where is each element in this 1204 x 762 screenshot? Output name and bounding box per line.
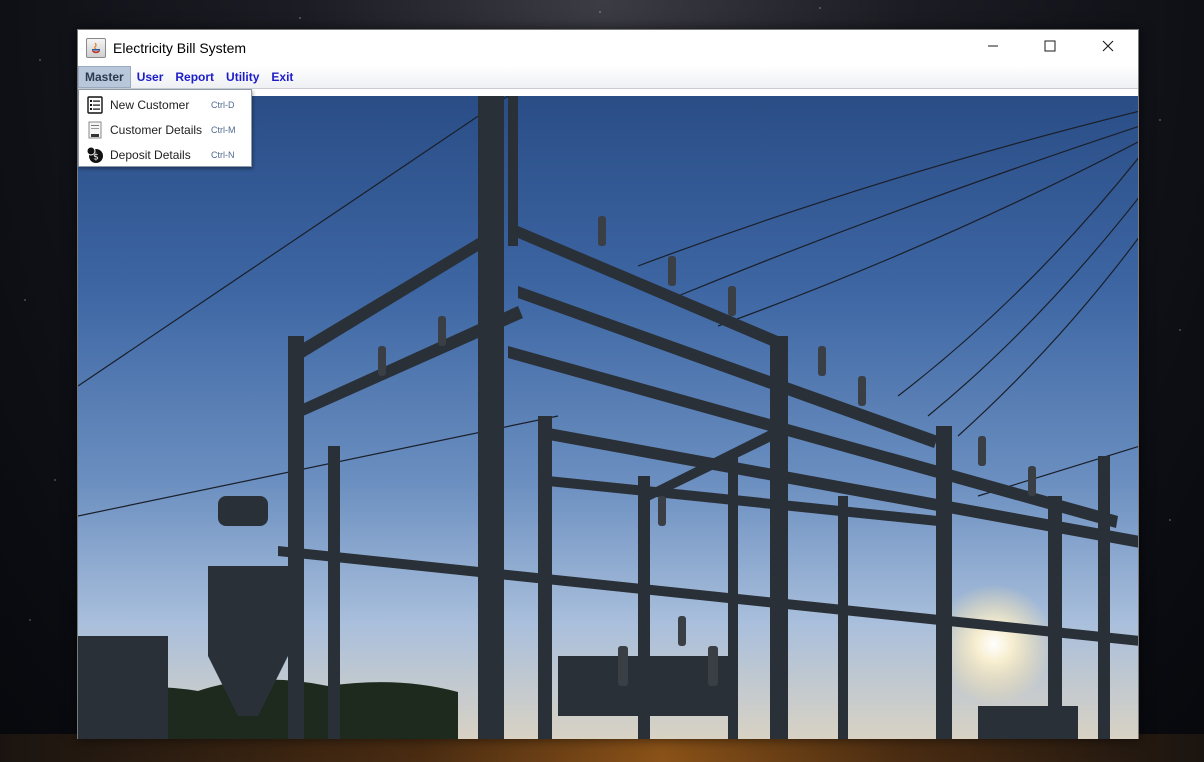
deposit-icon: $ — [86, 146, 104, 164]
background-photo-substation — [78, 96, 1138, 739]
menu-report[interactable]: Report — [169, 66, 220, 88]
list-icon — [86, 95, 104, 114]
menu-item-shortcut: Ctrl-N — [211, 149, 235, 160]
menu-item-label: Deposit Details — [110, 147, 191, 162]
menu-item-deposit-details[interactable]: $ Deposit Details Ctrl-N — [79, 142, 251, 167]
menu-exit[interactable]: Exit — [265, 66, 299, 88]
menu-item-customer-details[interactable]: Customer Details Ctrl-M — [79, 117, 251, 142]
menu-user[interactable]: User — [131, 66, 170, 88]
menu-bar: Master User Report Utility Exit — [78, 66, 1138, 89]
window-title: Electricity Bill System — [113, 40, 247, 56]
menu-master[interactable]: Master — [78, 66, 131, 88]
master-dropdown-menu: New Customer Ctrl-D Customer Details Ctr… — [78, 89, 252, 167]
document-icon — [86, 121, 104, 139]
maximize-icon — [1044, 40, 1056, 52]
maximize-button[interactable] — [1027, 30, 1073, 62]
svg-text:$: $ — [93, 152, 99, 162]
close-button[interactable] — [1085, 30, 1131, 62]
app-window: Electricity Bill System Master User Repo… — [77, 29, 1139, 739]
close-icon — [1102, 40, 1114, 52]
java-app-icon — [86, 38, 106, 58]
menu-item-shortcut: Ctrl-M — [211, 124, 236, 135]
title-bar[interactable]: Electricity Bill System — [78, 30, 1138, 66]
minimize-icon — [988, 45, 998, 47]
menu-item-new-customer[interactable]: New Customer Ctrl-D — [79, 92, 251, 117]
menu-item-label: New Customer — [110, 97, 190, 112]
menu-utility[interactable]: Utility — [220, 66, 265, 88]
menu-item-label: Customer Details — [110, 122, 203, 137]
minimize-button[interactable] — [970, 30, 1016, 62]
substation-silhouette — [78, 96, 1138, 739]
menu-item-shortcut: Ctrl-D — [211, 99, 235, 110]
